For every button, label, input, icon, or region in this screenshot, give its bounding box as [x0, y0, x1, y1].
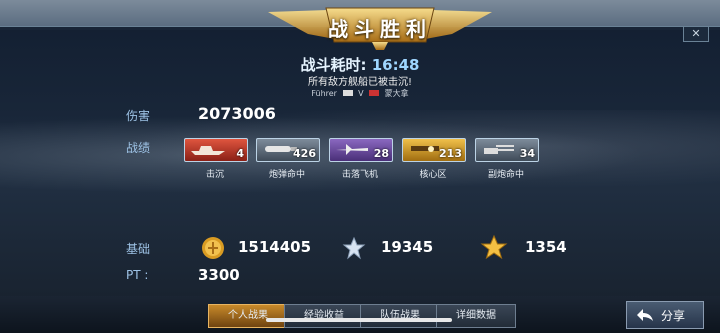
plane-icon [336, 144, 368, 155]
player-right: 蒙大拿 [384, 89, 409, 98]
players-line: Führer V 蒙大拿 [0, 88, 720, 99]
battle-subtitle: 所有敌方舰船已被击沉! [307, 77, 412, 88]
achievements-label: 战绩 [126, 141, 151, 155]
close-button[interactable]: ✕ [683, 26, 709, 42]
silver-star-icon [342, 236, 366, 260]
home-indicator [266, 318, 452, 322]
medal-shell-hits[interactable]: 426 [256, 138, 320, 162]
turret-icon [484, 145, 514, 154]
pt-value: 3300 [198, 266, 240, 284]
medal-label-secondary-hits: 副炮命中 [487, 170, 524, 180]
tab-team-results[interactable]: 队伍战果 [360, 304, 440, 328]
damage-value: 2073006 [198, 104, 276, 123]
tab-personal-results[interactable]: 个人战果 [208, 304, 288, 328]
medal-sinks[interactable]: 4 [184, 138, 248, 162]
pt-label: PT : [126, 268, 149, 282]
silver-star-value: 19345 [381, 238, 434, 256]
medal-label-sinks: 击沉 [205, 170, 224, 180]
coins-value: 1514405 [238, 238, 312, 256]
gold-star-icon [480, 234, 508, 260]
gold-star-value: 1354 [525, 238, 567, 256]
flag-icon [369, 90, 380, 96]
tab-detailed-data[interactable]: 详细数据 [436, 304, 516, 328]
share-button[interactable]: 分享 [626, 301, 704, 329]
flag-icon [342, 90, 353, 96]
share-label: 分享 [661, 309, 686, 323]
base-label: 基础 [126, 242, 151, 256]
vs-label: V [358, 89, 364, 98]
close-icon: ✕ [691, 27, 701, 40]
duration-label: 战斗耗时: [300, 56, 367, 74]
medal-citadel[interactable]: 213 [402, 138, 466, 162]
tab-experience-gain[interactable]: 经验收益 [284, 304, 364, 328]
share-arrow-icon [637, 309, 653, 321]
victory-banner: 战斗胜利 [268, 4, 492, 50]
medal-planes-downed[interactable]: 28 [329, 138, 393, 162]
duration-value: 16:48 [371, 56, 420, 74]
victory-title: 战斗胜利 [328, 17, 432, 41]
medal-label-planes-downed: 击落飞机 [341, 170, 378, 180]
medal-label-citadel: 核心区 [419, 170, 447, 180]
coin-icon [202, 237, 224, 259]
player-left: Führer [311, 89, 337, 98]
medal-secondary-hits[interactable]: 34 [475, 138, 539, 162]
battle-duration: 战斗耗时: 16:48 [0, 54, 720, 75]
ship-icon [191, 146, 225, 155]
damage-label: 伤害 [126, 109, 151, 123]
medal-label-shell-hits: 炮弹命中 [268, 170, 305, 180]
